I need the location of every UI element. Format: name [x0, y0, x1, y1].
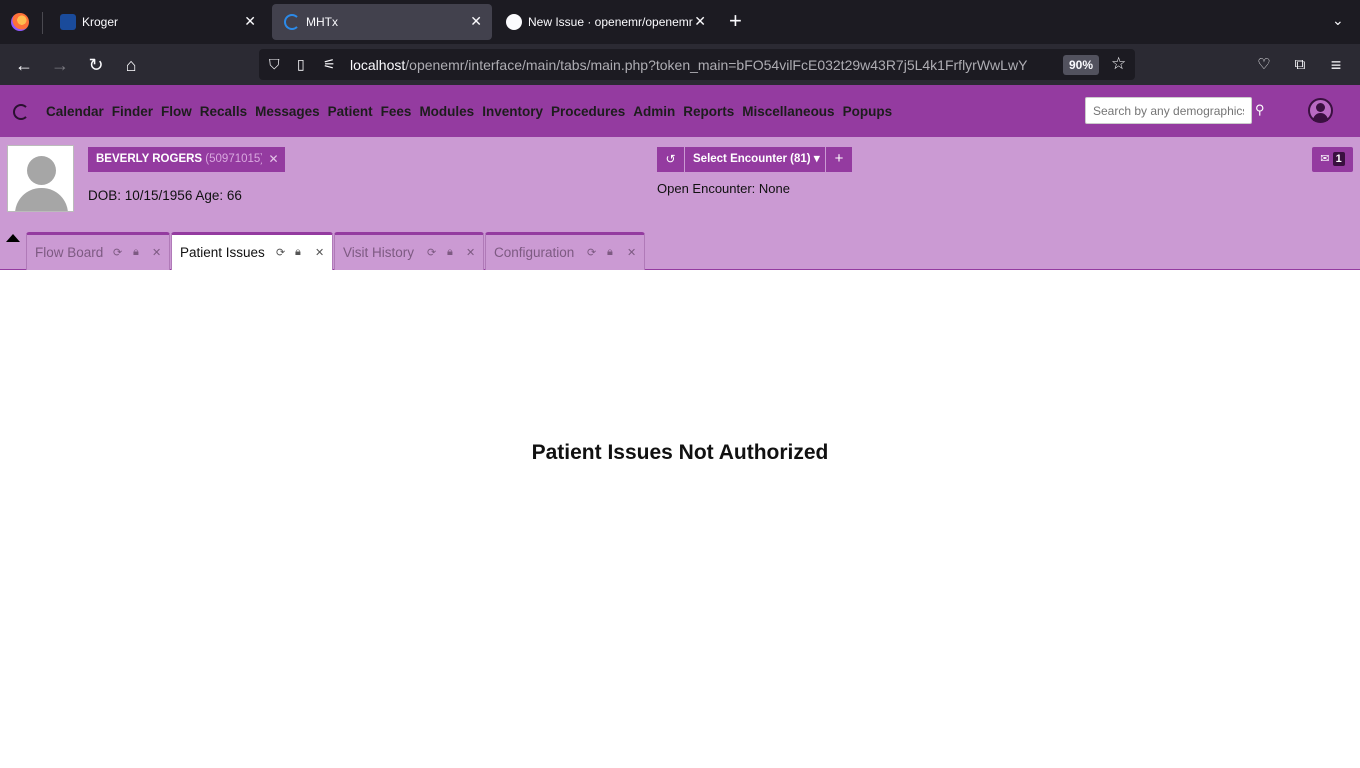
refresh-icon[interactable]: ⟳ [113, 246, 122, 259]
browser-tab-title: Kroger [82, 15, 119, 29]
menu-reports[interactable]: Reports [683, 104, 734, 119]
menu-calendar[interactable]: Calendar [46, 104, 104, 119]
browser-tab-strip: Kroger ✕ MHTx ✕ New Issue · openemr/open… [0, 0, 1360, 44]
openemr-logo-icon[interactable] [13, 104, 29, 120]
menu-admin[interactable]: Admin [633, 104, 675, 119]
browser-tab-title: New Issue · openemr/openemr [528, 15, 693, 29]
tab-label: Configuration [494, 245, 575, 260]
patient-bar: BEVERLY ROGERS (50971015) ✕ DOB: 10/15/1… [0, 137, 1360, 270]
app-menu-bar: Calendar Finder Flow Recalls Messages Pa… [0, 85, 1360, 137]
list-all-tabs-icon[interactable]: ⌄ [1332, 12, 1344, 29]
demographics-search-input[interactable] [1085, 97, 1252, 124]
refresh-icon[interactable]: ⟳ [427, 246, 436, 259]
close-icon[interactable]: ✕ [466, 246, 475, 259]
patient-id: (50971015) [205, 153, 265, 165]
tab-separator [42, 12, 43, 34]
new-tab-icon[interactable]: + [729, 9, 742, 33]
patient-photo [7, 145, 74, 212]
not-authorized-message: Patient Issues Not Authorized [531, 441, 829, 464]
menu-recalls[interactable]: Recalls [200, 104, 247, 119]
lock-icon[interactable]: 🔒︎ [295, 246, 301, 259]
select-encounter-dropdown[interactable]: Select Encounter (81) ▾ [685, 147, 825, 172]
user-avatar-icon[interactable] [1308, 98, 1333, 123]
patient-name: BEVERLY ROGERS [96, 153, 203, 165]
caret-down-icon: ▾ [813, 153, 820, 165]
lock-icon[interactable]: 🔒︎ [447, 246, 453, 259]
open-encounter-status: Open Encounter: None [657, 181, 790, 196]
tab-label: Visit History [343, 245, 415, 260]
close-patient-button[interactable]: ✕ [262, 147, 285, 172]
page-icon[interactable]: ▯ [297, 56, 305, 73]
main-menu: Calendar Finder Flow Recalls Messages Pa… [46, 104, 892, 119]
browser-toolbar: ← → ↻ ⌂ ⛉ ▯ ⚟ localhost/openemr/interfac… [0, 44, 1360, 85]
avatar-body [15, 188, 68, 211]
hamburger-menu-icon[interactable]: ≡ [1324, 53, 1348, 77]
lock-icon[interactable]: 🔒︎ [133, 246, 139, 259]
messages-button[interactable]: ✉ 1 [1312, 147, 1353, 172]
menu-patient[interactable]: Patient [328, 104, 373, 119]
tab-patient-issues[interactable]: Patient Issues ⟳ 🔒︎ ✕ [171, 232, 333, 270]
message-count-badge: 1 [1332, 152, 1345, 166]
close-tab-icon[interactable]: ✕ [694, 13, 706, 30]
refresh-icon[interactable]: ⟳ [276, 246, 285, 259]
menu-messages[interactable]: Messages [255, 104, 320, 119]
permissions-icon[interactable]: ⚟ [323, 56, 336, 73]
menu-inventory[interactable]: Inventory [482, 104, 543, 119]
pocket-icon[interactable]: ♡ [1252, 53, 1276, 77]
url-bar[interactable]: ⛉ ▯ ⚟ localhost/openemr/interface/main/t… [259, 49, 1135, 80]
encounter-history-button[interactable]: ↺ [657, 147, 684, 172]
lock-icon[interactable]: 🔒︎ [607, 246, 613, 259]
bookmark-star-icon[interactable]: ☆ [1111, 54, 1126, 74]
menu-flow[interactable]: Flow [161, 104, 192, 119]
reload-icon[interactable]: ↻ [84, 53, 108, 77]
zoom-level[interactable]: 90% [1063, 55, 1100, 75]
add-encounter-button[interactable]: + [826, 147, 852, 172]
patient-dob: DOB: 10/15/1956 Age: 66 [88, 188, 242, 203]
envelope-icon: ✉ [1320, 153, 1330, 165]
avatar-head [27, 156, 56, 185]
home-icon[interactable]: ⌂ [119, 53, 143, 77]
github-favicon-icon [506, 14, 522, 30]
menu-popups[interactable]: Popups [843, 104, 893, 119]
openemr-favicon-icon [284, 14, 300, 30]
menu-modules[interactable]: Modules [419, 104, 474, 119]
patient-name-button[interactable]: BEVERLY ROGERS (50971015) [88, 147, 273, 172]
close-tab-icon[interactable]: ✕ [470, 13, 482, 30]
back-icon[interactable]: ← [12, 53, 36, 77]
shield-icon[interactable]: ⛉ [269, 56, 280, 73]
collapse-toggle-icon[interactable] [6, 234, 20, 242]
menu-miscellaneous[interactable]: Miscellaneous [742, 104, 834, 119]
search-icon[interactable]: ⚲ [1255, 102, 1265, 118]
tab-label: Patient Issues [180, 245, 265, 260]
browser-tab-mhtx[interactable]: MHTx ✕ [272, 4, 492, 40]
tab-flow-board[interactable]: Flow Board ⟳ 🔒︎ ✕ [26, 232, 170, 270]
extensions-icon[interactable]: ⧉ [1288, 53, 1312, 77]
url-host: localhost [350, 57, 406, 73]
tab-visit-history[interactable]: Visit History ⟳ 🔒︎ ✕ [334, 232, 484, 270]
close-icon[interactable]: ✕ [627, 246, 636, 259]
menu-procedures[interactable]: Procedures [551, 104, 625, 119]
browser-tab-github[interactable]: New Issue · openemr/openemr ✕ [494, 4, 716, 40]
kroger-favicon-icon [60, 14, 76, 30]
forward-icon[interactable]: → [48, 53, 72, 77]
select-encounter-label: Select Encounter [693, 153, 787, 165]
browser-tab-kroger[interactable]: Kroger ✕ [48, 4, 266, 40]
encounter-count: (81) [790, 153, 811, 165]
menu-finder[interactable]: Finder [112, 104, 153, 119]
tab-label: Flow Board [35, 245, 104, 260]
browser-tab-title: MHTx [306, 15, 338, 29]
tab-configuration[interactable]: Configuration ⟳ 🔒︎ ✕ [485, 232, 645, 270]
refresh-icon[interactable]: ⟳ [587, 246, 596, 259]
close-icon[interactable]: ✕ [315, 246, 324, 259]
menu-fees[interactable]: Fees [381, 104, 412, 119]
close-tab-icon[interactable]: ✕ [244, 13, 256, 30]
close-icon[interactable]: ✕ [152, 246, 161, 259]
url-path: /openemr/interface/main/tabs/main.php?to… [405, 57, 1028, 73]
url-text[interactable]: localhost/openemr/interface/main/tabs/ma… [350, 57, 1055, 73]
firefox-menu-icon[interactable] [11, 13, 29, 31]
